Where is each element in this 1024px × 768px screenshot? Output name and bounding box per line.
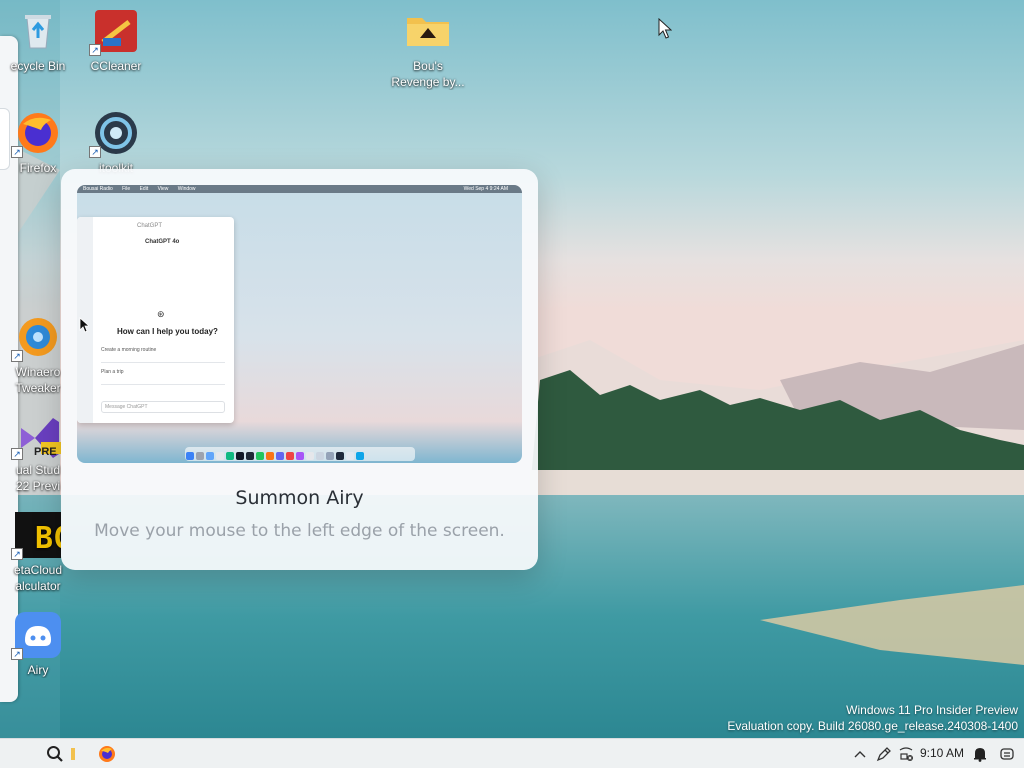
system-clock[interactable]: 9:10 AM [920, 746, 964, 760]
preview-suggestion: Plan a trip [101, 369, 225, 385]
preview-menubar: Bousai Radio File Edit View Window Wed S… [77, 185, 522, 193]
svg-text:BC: BC [35, 521, 61, 556]
firefox-taskbar-icon[interactable] [96, 742, 118, 766]
desktop-icon-airy[interactable]: ↗ Airy [0, 612, 80, 678]
windows-evaluation-watermark: Windows 11 Pro Insider Preview Evaluatio… [727, 703, 1018, 733]
preview-message-input: Message ChatGPT [101, 401, 225, 413]
pen-icon[interactable] [874, 742, 894, 766]
mouse-cursor-icon [658, 18, 672, 39]
desktop-icon-itoolkit[interactable]: ↗ itoolkit [74, 110, 158, 176]
preview-badge: PRE [34, 446, 57, 458]
shortcut-arrow-icon: ↗ [89, 146, 101, 158]
winaero-tweaker-icon: ↗ [11, 314, 61, 362]
bell-icon[interactable] [970, 742, 990, 766]
tip-title: Summon Airy [235, 487, 364, 509]
preview-logo-icon: ⊛ [157, 309, 165, 319]
file-explorer-icon[interactable] [66, 742, 80, 766]
network-icon[interactable] [896, 742, 916, 766]
shortcut-arrow-icon: ↗ [11, 448, 23, 460]
preview-chat-window: ChatGPT ChatGPT 4o ⊛ How can I help you … [77, 217, 234, 423]
shortcut-arrow-icon: ↗ [11, 350, 23, 362]
shortcut-arrow-icon: ↗ [11, 648, 23, 660]
taskbar: 9:10 AM [0, 738, 1024, 768]
copilot-icon[interactable] [996, 742, 1018, 766]
tip-description: Move your mouse to the left edge of the … [94, 521, 505, 541]
ccleaner-icon: ↗ [89, 8, 139, 56]
onboarding-tip-card[interactable]: Bousai Radio File Edit View Window Wed S… [61, 169, 538, 570]
preview-dock [185, 447, 415, 461]
airy-icon: ↗ [11, 612, 61, 660]
desktop-icon-ccleaner[interactable]: ↗ CCleaner [74, 8, 158, 74]
tip-preview-image: Bousai Radio File Edit View Window Wed S… [77, 185, 522, 463]
chevron-up-icon[interactable] [852, 742, 868, 766]
desktop-icon-firefox[interactable]: ↗ Firefox [0, 110, 80, 176]
preview-suggestion: Create a morning routine [101, 347, 225, 363]
shortcut-arrow-icon: ↗ [89, 44, 101, 56]
chrome-style-icon: ↗ [89, 110, 139, 158]
search-icon[interactable] [44, 742, 66, 766]
folder-icon [405, 8, 451, 54]
calculator-icon: BC ↗ [11, 512, 71, 560]
desktop-icon-recycle-bin[interactable]: ecycle Bin [0, 8, 80, 74]
shortcut-arrow-icon: ↗ [11, 548, 23, 560]
preview-cursor-icon [79, 317, 89, 333]
shortcut-arrow-icon: ↗ [11, 146, 23, 158]
firefox-icon: ↗ [11, 110, 61, 158]
recycle-bin-icon [15, 8, 61, 54]
desktop-icon-bous-revenge[interactable]: Bou's Revenge by... [386, 8, 470, 90]
